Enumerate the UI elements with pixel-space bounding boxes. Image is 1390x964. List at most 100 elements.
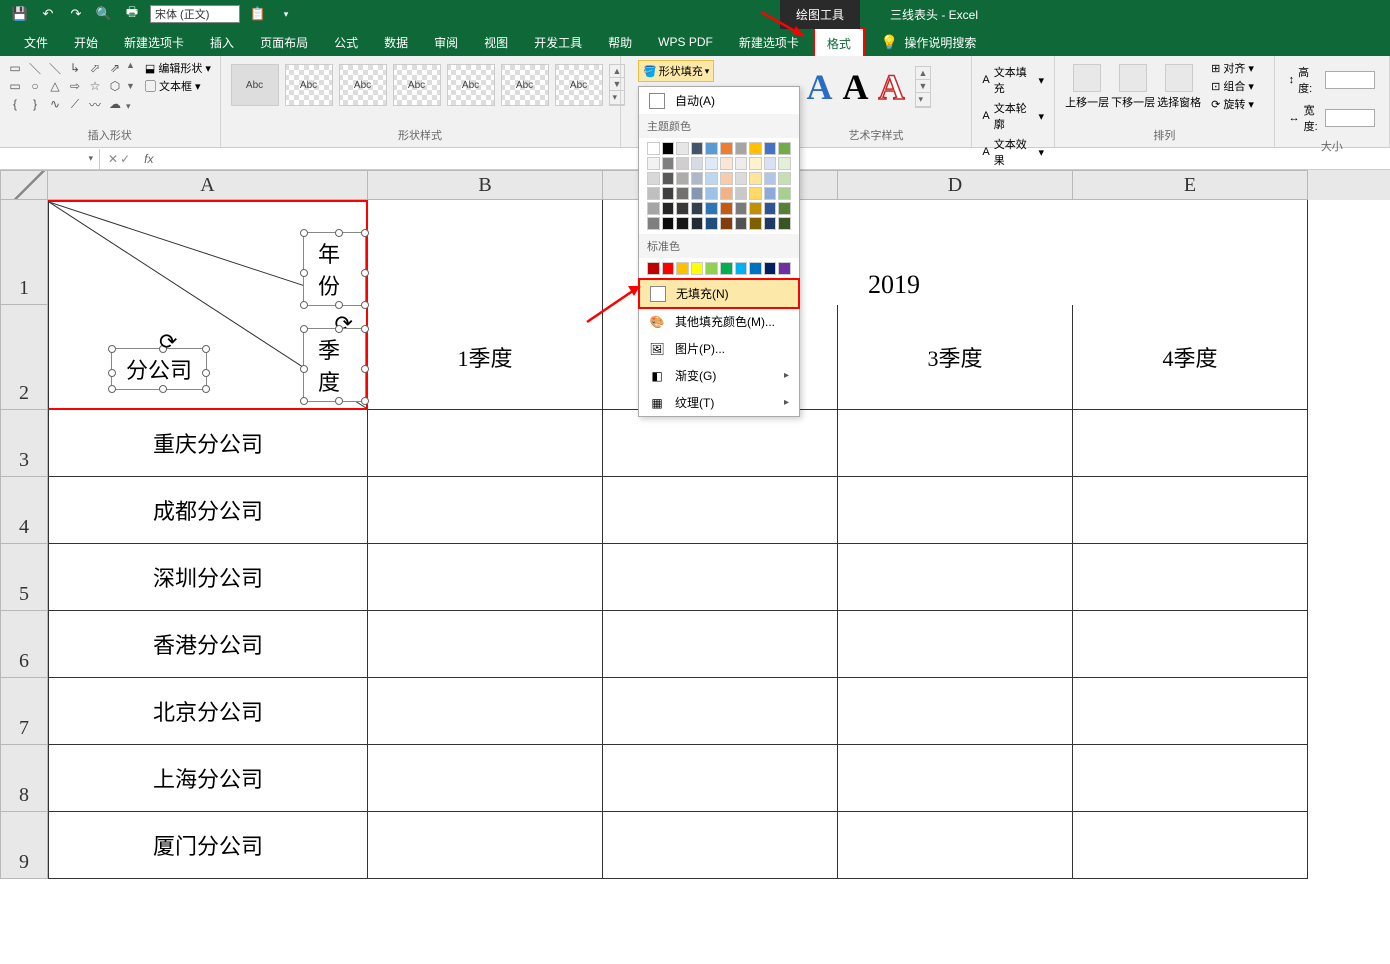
tab-file[interactable]: 文件 — [12, 28, 60, 57]
style-preset-7[interactable]: Abc — [555, 64, 603, 106]
color-swatch[interactable] — [720, 172, 733, 185]
cell[interactable] — [1073, 611, 1308, 678]
group-button[interactable]: ⊡ 组合 ▾ — [1211, 78, 1254, 94]
fx-icon[interactable]: fx — [138, 152, 153, 166]
rotate-handle-icon[interactable]: ⟳ — [159, 329, 173, 343]
redo-icon[interactable]: ↷ — [66, 4, 86, 24]
width-input[interactable] — [1325, 109, 1375, 127]
color-swatch[interactable] — [764, 217, 777, 230]
shapes-palette[interactable]: ▭ ＼ ＼ ↳ ⬀ ⇗ ▭ ○ △ ⇨ ☆ ⬡ { } — [6, 60, 124, 112]
tab-review[interactable]: 审阅 — [422, 28, 470, 57]
color-swatch[interactable] — [749, 217, 762, 230]
preview-icon[interactable]: 🔍 — [94, 4, 114, 24]
shape-star-icon[interactable]: ☆ — [86, 78, 104, 94]
cell[interactable] — [368, 544, 603, 611]
row-header-5[interactable]: 5 — [0, 544, 48, 611]
cell[interactable] — [1073, 678, 1308, 745]
tab-format[interactable]: 格式 — [813, 27, 865, 58]
color-swatch[interactable] — [691, 262, 704, 275]
cell[interactable] — [838, 544, 1073, 611]
wordart-preset-2[interactable]: A — [843, 66, 869, 108]
handle-icon[interactable] — [335, 229, 343, 237]
row-header-3[interactable]: 3 — [0, 410, 48, 477]
year-textbox[interactable]: 年份 ⟳ — [303, 232, 366, 306]
bring-forward-button[interactable]: 上移一层 — [1065, 64, 1109, 110]
handle-icon[interactable] — [300, 365, 308, 373]
cell[interactable] — [1073, 745, 1308, 812]
handle-icon[interactable] — [108, 345, 116, 353]
color-swatch[interactable] — [735, 172, 748, 185]
cancel-icon[interactable]: ✕ — [108, 152, 118, 166]
shape-rarrow-icon[interactable]: ⇨ — [66, 78, 84, 94]
qat-customize-icon[interactable]: ▾ — [276, 4, 296, 24]
color-swatch[interactable] — [647, 172, 660, 185]
handle-icon[interactable] — [300, 325, 308, 333]
shape-arrow2-icon[interactable]: ⇗ — [106, 60, 124, 76]
color-swatch[interactable] — [735, 217, 748, 230]
tab-newtab2[interactable]: 新建选项卡 — [727, 28, 811, 57]
diagonal-header-cell[interactable]: 年份 ⟳ 季度 — [48, 200, 368, 410]
cell-branch[interactable]: 香港分公司 — [48, 611, 368, 678]
color-swatch[interactable] — [705, 202, 718, 215]
color-swatch[interactable] — [720, 262, 733, 275]
color-swatch[interactable] — [720, 157, 733, 170]
tab-wps-pdf[interactable]: WPS PDF — [646, 29, 725, 55]
row-header-9[interactable]: 9 — [0, 812, 48, 879]
color-swatch[interactable] — [764, 157, 777, 170]
col-header-d[interactable]: D — [838, 170, 1073, 200]
color-swatch[interactable] — [764, 187, 777, 200]
handle-icon[interactable] — [361, 365, 369, 373]
color-swatch[interactable] — [662, 187, 675, 200]
style-preset-3[interactable]: Abc — [339, 64, 387, 106]
color-swatch[interactable] — [764, 142, 777, 155]
handle-icon[interactable] — [300, 301, 308, 309]
handle-icon[interactable] — [159, 385, 167, 393]
shape-cloud-icon[interactable]: ☁ — [106, 96, 124, 112]
color-swatch[interactable] — [778, 262, 791, 275]
cell[interactable] — [1073, 812, 1308, 879]
style-preset-5[interactable]: Abc — [447, 64, 495, 106]
color-swatch[interactable] — [691, 187, 704, 200]
align-button[interactable]: ⊞ 对齐 ▾ — [1211, 60, 1254, 76]
shape-textbox-icon[interactable]: ▭ — [6, 60, 24, 76]
color-swatch[interactable] — [778, 172, 791, 185]
shape-line2-icon[interactable]: ＼ — [46, 60, 64, 76]
color-swatch[interactable] — [778, 187, 791, 200]
handle-icon[interactable] — [300, 269, 308, 277]
handle-icon[interactable] — [361, 325, 369, 333]
color-swatch[interactable] — [647, 142, 660, 155]
cell[interactable] — [1073, 200, 1308, 305]
shape-oval-icon[interactable]: ○ — [26, 78, 44, 94]
color-swatch[interactable] — [705, 157, 718, 170]
tab-developer[interactable]: 开发工具 — [522, 28, 594, 57]
col-header-a[interactable]: A — [48, 170, 368, 200]
color-swatch[interactable] — [705, 187, 718, 200]
shape-triangle-icon[interactable]: △ — [46, 78, 64, 94]
color-swatch[interactable] — [720, 202, 733, 215]
handle-icon[interactable] — [361, 269, 369, 277]
font-name-box[interactable]: 宋体 (正文) — [150, 5, 240, 23]
enter-icon[interactable]: ✓ — [120, 152, 130, 166]
shape-fill-button[interactable]: 🪣 形状填充 ▾ — [638, 60, 714, 82]
handle-icon[interactable] — [361, 397, 369, 405]
col-header-e[interactable]: E — [1073, 170, 1308, 200]
tab-data[interactable]: 数据 — [372, 28, 420, 57]
cell-branch[interactable]: 上海分公司 — [48, 745, 368, 812]
cell[interactable] — [603, 678, 838, 745]
row-header-8[interactable]: 8 — [0, 745, 48, 812]
fill-gradient-item[interactable]: ◧ 渐变(G) ▸ — [639, 362, 799, 389]
cell[interactable] — [368, 477, 603, 544]
branch-textbox[interactable]: 分公司 ⟳ — [111, 348, 207, 390]
style-preset-6[interactable]: Abc — [501, 64, 549, 106]
cell[interactable] — [838, 611, 1073, 678]
shape-curve-icon[interactable]: ∿ — [46, 96, 64, 112]
tab-page-layout[interactable]: 页面布局 — [248, 28, 320, 57]
style-preset-2[interactable]: Abc — [285, 64, 333, 106]
color-swatch[interactable] — [647, 202, 660, 215]
color-swatch[interactable] — [735, 262, 748, 275]
color-swatch[interactable] — [662, 172, 675, 185]
tab-view[interactable]: 视图 — [472, 28, 520, 57]
undo-icon[interactable]: ↶ — [38, 4, 58, 24]
handle-icon[interactable] — [335, 397, 343, 405]
color-swatch[interactable] — [647, 217, 660, 230]
